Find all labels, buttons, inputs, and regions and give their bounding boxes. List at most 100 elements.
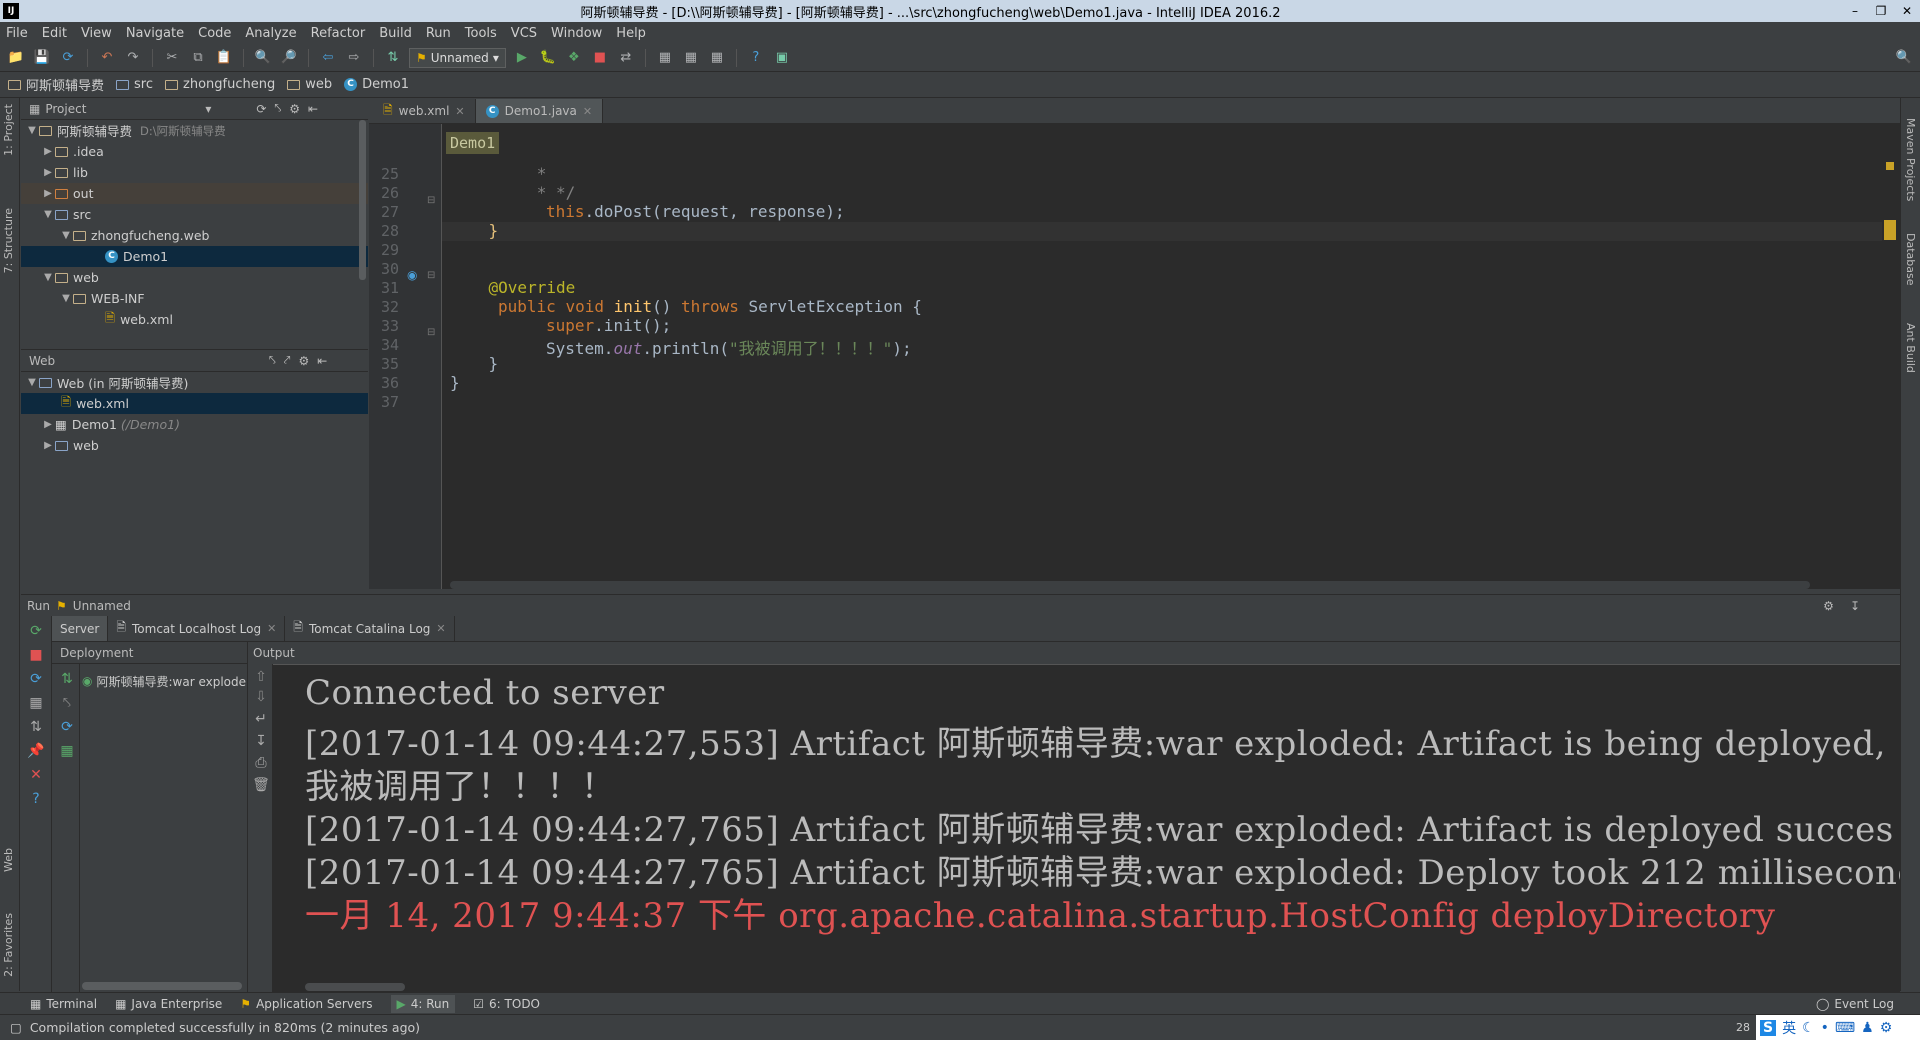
ime-language[interactable]: 英 [1782, 1018, 1796, 1038]
stop-icon[interactable]: ■ [590, 48, 610, 68]
breadcrumb-class[interactable]: C Demo1 [344, 77, 409, 92]
gear-icon[interactable]: ⚙ [289, 102, 300, 116]
web-tool-tab[interactable]: Web [2, 848, 15, 872]
collapse-arrow-icon[interactable]: ▶ [41, 167, 55, 178]
redeploy-icon[interactable]: ⟳ [58, 718, 76, 736]
tab-tomcat-localhost-log[interactable]: 🗎 Tomcat Localhost Log ✕ [108, 616, 286, 641]
replace-icon[interactable]: 🔎 [279, 48, 299, 68]
restore-button[interactable]: ❐ [1868, 4, 1894, 18]
menu-run[interactable]: Run [426, 26, 451, 41]
expand-arrow-icon[interactable]: ▼ [25, 125, 39, 136]
close-tab-icon[interactable]: ✕ [436, 622, 445, 635]
project-scrollbar[interactable] [359, 120, 366, 280]
moon-icon[interactable]: ☾ [1802, 1020, 1815, 1036]
fold-marker-icon[interactable]: ⊟ [427, 327, 435, 338]
menu-analyze[interactable]: Analyze [245, 26, 296, 41]
tree-item-webxml[interactable]: 🗎 web.xml [21, 309, 368, 330]
web-item-web[interactable]: ▶ web [21, 435, 368, 456]
undo-icon[interactable]: ↶ [97, 48, 117, 68]
code-area[interactable]: * * */ this.doPost(request, response); }… [442, 124, 1890, 579]
build-icon[interactable]: ⇅ [383, 48, 403, 68]
keyboard-icon[interactable]: ⌨ [1835, 1020, 1855, 1036]
undeploy-icon[interactable]: ⤣ [58, 694, 76, 712]
status-toggle-icon[interactable]: ▢ [10, 1020, 22, 1035]
clear-all-icon[interactable]: 🗑 [252, 776, 270, 794]
sync-panel-icon[interactable]: ⟳ [256, 102, 266, 116]
minimize-button[interactable]: – [1842, 4, 1868, 18]
find-icon[interactable]: 🔍 [253, 48, 273, 68]
print-icon[interactable]: ⎙ [252, 754, 270, 772]
tab-application-servers[interactable]: ⚑ Application Servers [240, 997, 372, 1011]
warning-stripe-marker[interactable] [1886, 162, 1894, 170]
tab-server[interactable]: Server [52, 616, 109, 641]
collapse-icon[interactable]: ⤣ [269, 353, 276, 368]
web-item-demo1[interactable]: ▶ ▦ Demo1 (/Demo1) [21, 414, 368, 435]
expand-arrow-icon[interactable]: ▼ [25, 377, 39, 388]
user-icon[interactable]: ♟ [1861, 1020, 1874, 1036]
menu-view[interactable]: View [81, 26, 112, 41]
expand-arrow-icon[interactable]: ▼ [59, 230, 73, 241]
artifact-icon[interactable]: ▦ [58, 742, 76, 760]
save-icon[interactable]: 💾 [32, 48, 52, 68]
tree-item-out[interactable]: ▶ out [21, 183, 368, 204]
scroll-to-end-icon[interactable]: ↧ [252, 732, 270, 750]
tab-terminal[interactable]: ▦ Terminal [30, 997, 97, 1011]
tree-root[interactable]: ▼ 阿斯顿辅导费 D:\阿斯顿辅导费 [21, 120, 368, 141]
menu-refactor[interactable]: Refactor [311, 26, 366, 41]
help-icon[interactable]: ? [746, 48, 766, 68]
deployment-scrollbar[interactable] [82, 982, 242, 990]
tree-item-web[interactable]: ▼ web [21, 267, 368, 288]
sync-icon[interactable]: ⟳ [58, 48, 78, 68]
collapse-arrow-icon[interactable]: ▶ [41, 419, 55, 430]
expand-arrow-icon[interactable]: ▼ [41, 209, 55, 220]
tree-item-src[interactable]: ▼ src [21, 204, 368, 225]
punctuation-icon[interactable]: • [1821, 1020, 1829, 1036]
tab-java-enterprise[interactable]: ▦ Java Enterprise [115, 997, 222, 1011]
fold-marker-icon[interactable]: ⊟ [427, 270, 435, 281]
layout-icon[interactable]: ▦ [27, 694, 45, 712]
redo-icon[interactable]: ↷ [123, 48, 143, 68]
status-position[interactable]: 28 [1736, 1021, 1750, 1034]
breadcrumb-package[interactable]: zhongfucheng [165, 77, 275, 92]
sogou-logo-icon[interactable]: S [1760, 1019, 1777, 1036]
ant-build-tab[interactable]: Ant Build [1904, 323, 1917, 373]
back-icon[interactable]: ⇦ [318, 48, 338, 68]
collapse-arrow-icon[interactable]: ▶ [41, 440, 55, 451]
search-everywhere-icon[interactable]: 🔍 [1894, 48, 1914, 68]
gear-icon[interactable]: ⚙ [1823, 599, 1834, 613]
override-gutter-icon[interactable]: ◉ [407, 268, 417, 282]
maven-projects-tab[interactable]: Maven Projects [1904, 118, 1917, 201]
cut-icon[interactable]: ✂ [162, 48, 182, 68]
close-tab-icon[interactable]: ✕ [455, 105, 464, 118]
tree-item-package[interactable]: ▼ zhongfucheng.web [21, 225, 368, 246]
menu-window[interactable]: Window [551, 26, 602, 41]
web-root[interactable]: ▼ Web (in 阿斯顿辅导费) [21, 372, 368, 393]
collapse-arrow-icon[interactable]: ▶ [41, 188, 55, 199]
menu-code[interactable]: Code [198, 26, 231, 41]
update-icon[interactable]: ⇄ [616, 48, 636, 68]
vcs-icon[interactable]: ▣ [772, 48, 792, 68]
dump-threads-icon[interactable]: ⇅ [27, 718, 45, 736]
run-config-select[interactable]: ⚑ Unnamed ▾ [409, 47, 506, 68]
console-output[interactable]: Connected to server [2017-01-14 09:44:27… [273, 664, 1900, 992]
tree-item-lib[interactable]: ▶ lib [21, 162, 368, 183]
scroll-down-icon[interactable]: ⇩ [252, 688, 270, 706]
debug-icon[interactable]: 🐛 [538, 48, 558, 68]
soft-wrap-icon[interactable]: ↵ [252, 710, 270, 728]
breadcrumb-web[interactable]: web [287, 77, 332, 92]
collapse-icon[interactable]: ⤣ [274, 101, 281, 116]
close-window-button[interactable]: ✕ [1894, 4, 1920, 18]
hide-panel-icon[interactable]: ⇤ [308, 102, 318, 116]
expand-arrow-icon[interactable]: ▼ [59, 293, 73, 304]
copy-icon[interactable]: ⧉ [188, 48, 208, 68]
warning-stripe-marker[interactable] [1884, 220, 1896, 240]
event-log-button[interactable]: ◯ Event Log [1816, 997, 1894, 1011]
database-tab[interactable]: Database [1904, 233, 1917, 286]
sdk-icon[interactable]: ▦ [655, 48, 675, 68]
run-icon[interactable]: ▶ [512, 48, 532, 68]
tab-web-xml[interactable]: 🗎 web.xml ✕ [373, 99, 476, 123]
tab-run[interactable]: ▶ 4: Run [390, 994, 456, 1013]
close-tab-icon[interactable]: ✕ [267, 622, 276, 635]
deployment-item[interactable]: ◉ 阿斯顿辅导费:war explode [82, 672, 248, 690]
menu-navigate[interactable]: Navigate [126, 26, 184, 41]
